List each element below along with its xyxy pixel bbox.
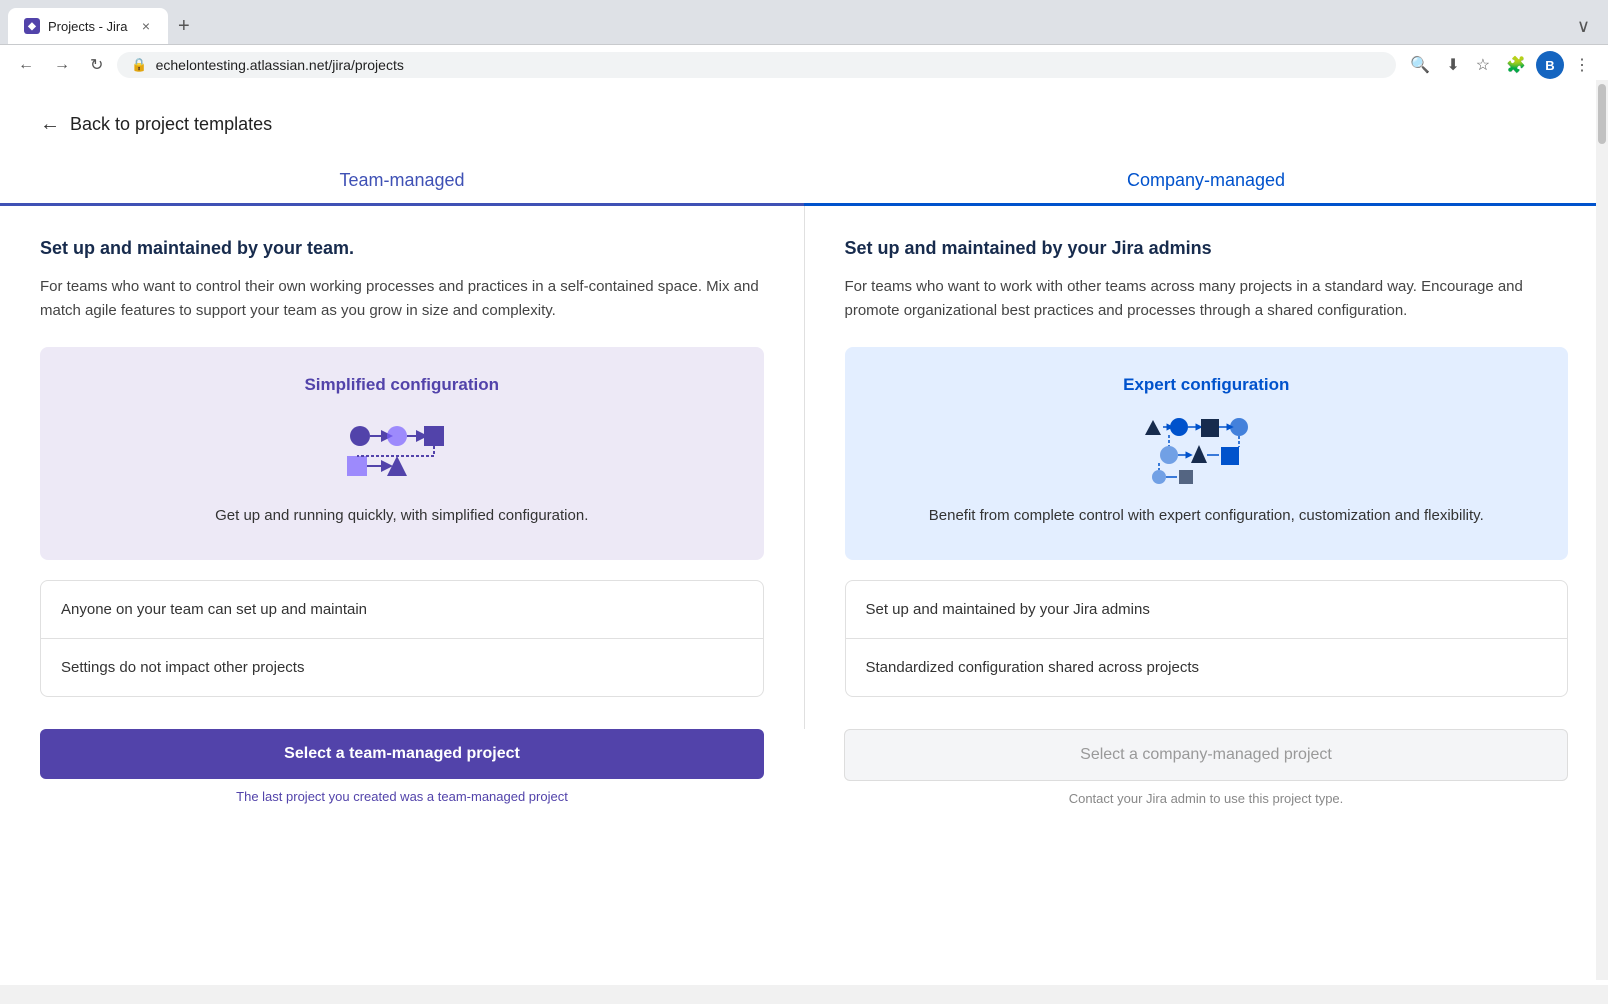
- back-arrow-icon: ←: [40, 113, 60, 136]
- address-text: echelontesting.atlassian.net/jira/projec…: [156, 57, 404, 73]
- team-managed-feature-2: Settings do not impact other projects: [41, 639, 763, 696]
- tab-company-managed[interactable]: Company-managed: [804, 156, 1608, 206]
- toolbar-icons: 🔍 ⬇ ☆ 🧩 B ⋮: [1404, 51, 1596, 79]
- team-managed-col: Set up and maintained by your team. For …: [0, 206, 804, 729]
- menu-icon[interactable]: ⋮: [1568, 51, 1596, 79]
- simplified-config-desc: Get up and running quickly, with simplif…: [64, 505, 740, 528]
- company-managed-feature-1: Set up and maintained by your Jira admin…: [846, 581, 1568, 639]
- tab-bar: ◆ Projects - Jira × + ∨: [0, 0, 1608, 44]
- company-managed-action: Select a company-managed project Contact…: [804, 729, 1608, 836]
- team-managed-note: The last project you created was a team-…: [40, 789, 764, 804]
- lock-icon: 🔒: [131, 57, 147, 73]
- expert-diagram: [869, 415, 1545, 485]
- company-managed-feature-2: Standardized configuration shared across…: [846, 639, 1568, 696]
- scrollbar[interactable]: [1596, 80, 1608, 980]
- back-button[interactable]: ←: [12, 52, 40, 78]
- simplified-config-card: Simplified configuration: [40, 347, 764, 560]
- company-managed-desc: For teams who want to work with other te…: [845, 275, 1569, 323]
- address-bar-row: ← → ↻ 🔒 echelontesting.atlassian.net/jir…: [0, 44, 1608, 85]
- search-icon[interactable]: 🔍: [1404, 51, 1436, 79]
- team-managed-feature-list: Anyone on your team can set up and maint…: [40, 580, 764, 697]
- content-area: Set up and maintained by your team. For …: [0, 206, 1608, 729]
- tabs-container: Team-managed Company-managed: [0, 156, 1608, 206]
- company-managed-feature-list: Set up and maintained by your Jira admin…: [845, 580, 1569, 697]
- tab-close-button[interactable]: ×: [140, 16, 152, 36]
- expert-config-card: Expert configuration: [845, 347, 1569, 560]
- expert-config-desc: Benefit from complete control with exper…: [869, 505, 1545, 528]
- active-tab[interactable]: ◆ Projects - Jira ×: [8, 8, 168, 44]
- tab-team-managed[interactable]: Team-managed: [0, 156, 804, 206]
- extensions-icon[interactable]: 🧩: [1500, 51, 1532, 79]
- reload-button[interactable]: ↻: [84, 51, 109, 79]
- company-managed-heading: Set up and maintained by your Jira admin…: [845, 238, 1569, 259]
- tab-title: Projects - Jira: [48, 19, 132, 34]
- simplified-config-title: Simplified configuration: [64, 375, 740, 395]
- company-managed-note: Contact your Jira admin to use this proj…: [844, 791, 1568, 806]
- new-tab-button[interactable]: +: [168, 12, 200, 40]
- team-managed-desc: For teams who want to control their own …: [40, 275, 764, 323]
- simplified-diagram: [64, 415, 740, 485]
- team-managed-heading: Set up and maintained by your team.: [40, 238, 764, 259]
- scrollbar-thumb[interactable]: [1598, 84, 1606, 144]
- select-company-managed-button[interactable]: Select a company-managed project: [844, 729, 1568, 781]
- browser-chrome: ◆ Projects - Jira × + ∨ ← → ↻ 🔒 echelont…: [0, 0, 1608, 85]
- team-managed-action: Select a team-managed project The last p…: [0, 729, 804, 836]
- user-avatar[interactable]: B: [1536, 51, 1564, 79]
- bottom-cols: Select a team-managed project The last p…: [0, 729, 1608, 836]
- address-field[interactable]: 🔒 echelontesting.atlassian.net/jira/proj…: [117, 52, 1396, 78]
- expert-config-title: Expert configuration: [869, 375, 1545, 395]
- download-icon[interactable]: ⬇: [1440, 51, 1465, 79]
- page-content: ← Back to project templates Team-managed…: [0, 85, 1608, 985]
- bookmark-icon[interactable]: ☆: [1470, 51, 1496, 79]
- select-team-managed-button[interactable]: Select a team-managed project: [40, 729, 764, 779]
- tab-favicon: ◆: [24, 18, 40, 34]
- back-link-text: Back to project templates: [70, 114, 272, 135]
- team-managed-feature-1: Anyone on your team can set up and maint…: [41, 581, 763, 639]
- forward-button[interactable]: →: [48, 52, 76, 78]
- company-managed-col: Set up and maintained by your Jira admin…: [805, 206, 1608, 729]
- back-link[interactable]: ← Back to project templates: [0, 85, 1608, 156]
- tab-overflow-button[interactable]: ∨: [1567, 12, 1600, 41]
